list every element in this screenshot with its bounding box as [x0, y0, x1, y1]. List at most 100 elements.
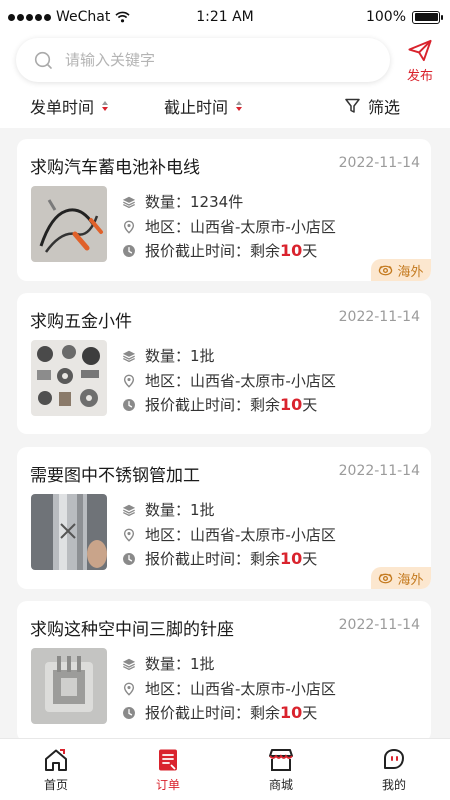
request-card[interactable]: 求购这种空中间三脚的针座 2022-11-14 数量： 1批 地区： 山西省-太…	[17, 601, 431, 742]
quantity-value: 1批	[190, 655, 215, 673]
quantity-label: 数量：	[145, 655, 191, 673]
region-label: 地区：	[145, 218, 191, 236]
request-card[interactable]: 求购五金小件 2022-11-14 数量： 1批 地区： 山西省-太原市-小店区…	[17, 293, 431, 434]
days-remaining: 10	[280, 241, 303, 260]
location-pin-icon	[122, 374, 136, 388]
request-card[interactable]: 求购汽车蓄电池补电线 2022-11-14 数量： 1234件 地区： 山西省-…	[17, 139, 431, 281]
quantity-row: 数量： 1批	[122, 499, 215, 520]
clock-icon	[122, 244, 136, 258]
search-icon	[34, 51, 53, 70]
layers-icon	[122, 349, 136, 363]
clock-icon	[122, 552, 136, 566]
region-value: 山西省-太原市-小店区	[190, 372, 336, 390]
search-bar[interactable]	[16, 38, 390, 82]
sort-deadline[interactable]: 截止时间	[164, 94, 243, 118]
location-pin-icon	[122, 528, 136, 542]
quantity-value: 1批	[190, 501, 215, 519]
publish-label: 发布	[406, 69, 433, 84]
clock-icon	[122, 706, 136, 720]
days-unit: 天	[302, 242, 318, 260]
battery-percent: 100%	[365, 9, 406, 25]
store-icon	[269, 749, 293, 771]
quantity-row: 数量： 1批	[122, 653, 215, 674]
location-pin-icon	[122, 682, 136, 696]
region-value: 山西省-太原市-小店区	[190, 680, 336, 698]
battery-icon	[412, 10, 443, 24]
card-title: 求购五金小件	[30, 312, 132, 332]
tab-orders-label: 订单	[155, 778, 180, 792]
quantity-value: 1234件	[190, 193, 244, 211]
send-icon	[408, 39, 432, 62]
badge-label: 海外	[397, 264, 424, 280]
quantity-row: 数量： 1批	[122, 345, 215, 366]
card-title: 求购这种空中间三脚的针座	[30, 620, 234, 640]
deadline-label: 报价截止时间：	[145, 550, 251, 568]
layers-icon	[122, 195, 136, 209]
sort-send-time-label: 发单时间	[30, 98, 95, 117]
days-remaining: 10	[280, 549, 303, 568]
quantity-label: 数量：	[145, 193, 191, 211]
card-title: 求购汽车蓄电池补电线	[30, 158, 200, 178]
product-image	[31, 494, 107, 570]
filter-icon	[345, 98, 360, 114]
bottom-tab-bar: 首页 订单 商城 我的	[0, 738, 450, 800]
region-value: 山西省-太原市-小店区	[190, 526, 336, 544]
layers-icon	[122, 503, 136, 517]
quantity-label: 数量：	[145, 347, 191, 365]
region-label: 地区：	[145, 680, 191, 698]
remaining-label: 剩余	[250, 704, 281, 722]
card-title: 需要图中不锈钢管加工	[30, 466, 200, 486]
sort-deadline-label: 截止时间	[164, 98, 229, 117]
days-remaining: 10	[280, 703, 303, 722]
card-date: 2022-11-14	[338, 617, 420, 633]
deadline-row: 报价截止时间： 剩余 10 天	[122, 240, 317, 261]
region-row: 地区： 山西省-太原市-小店区	[122, 216, 336, 237]
tab-store[interactable]: 商城	[236, 739, 326, 800]
location-pin-icon	[122, 220, 136, 234]
search-input[interactable]	[65, 51, 345, 69]
region-label: 地区：	[145, 372, 191, 390]
remaining-label: 剩余	[250, 550, 281, 568]
tab-profile[interactable]: 我的	[349, 739, 439, 800]
battery-group: 100%	[365, 9, 443, 25]
quantity-label: 数量：	[145, 501, 191, 519]
card-date: 2022-11-14	[338, 463, 420, 479]
remaining-label: 剩余	[250, 396, 281, 414]
days-unit: 天	[302, 704, 318, 722]
status-bar: WeChat 1:21 AM 100%	[0, 0, 450, 34]
profile-icon	[384, 749, 404, 769]
tab-orders[interactable]: 订单	[123, 739, 213, 800]
quantity-value: 1批	[190, 347, 215, 365]
sort-arrows-icon	[236, 101, 243, 111]
home-icon	[45, 749, 67, 771]
region-value: 山西省-太原市-小店区	[190, 218, 336, 236]
badge-label: 海外	[397, 572, 424, 588]
sort-send-time[interactable]: 发单时间	[30, 94, 109, 118]
deadline-label: 报价截止时间：	[145, 704, 251, 722]
deadline-row: 报价截止时间： 剩余 10 天	[122, 394, 317, 415]
overseas-badge: 海外	[371, 259, 431, 281]
top-header: WeChat 1:21 AM 100% 发布	[0, 0, 450, 128]
deadline-label: 报价截止时间：	[145, 396, 251, 414]
request-card[interactable]: 需要图中不锈钢管加工 2022-11-14 数量： 1批 地区： 山西省-太原市…	[17, 447, 431, 589]
clock-icon	[122, 398, 136, 412]
days-unit: 天	[302, 396, 318, 414]
deadline-row: 报价截止时间： 剩余 10 天	[122, 548, 317, 569]
tab-home[interactable]: 首页	[11, 739, 101, 800]
overseas-icon	[378, 263, 393, 278]
region-row: 地区： 山西省-太原市-小店区	[122, 370, 336, 391]
filter-button[interactable]: 筛选	[345, 94, 400, 118]
filter-label: 筛选	[368, 98, 401, 117]
days-unit: 天	[302, 550, 318, 568]
overseas-badge: 海外	[371, 567, 431, 589]
card-date: 2022-11-14	[338, 309, 420, 325]
remaining-label: 剩余	[250, 242, 281, 260]
region-row: 地区： 山西省-太原市-小店区	[122, 524, 336, 545]
deadline-label: 报价截止时间：	[145, 242, 251, 260]
layers-icon	[122, 657, 136, 671]
days-remaining: 10	[280, 395, 303, 414]
product-image	[31, 186, 107, 262]
publish-button[interactable]: 发布	[400, 38, 440, 84]
filter-bar: 发单时间 截止时间 筛选	[0, 88, 450, 122]
region-row: 地区： 山西省-太原市-小店区	[122, 678, 336, 699]
